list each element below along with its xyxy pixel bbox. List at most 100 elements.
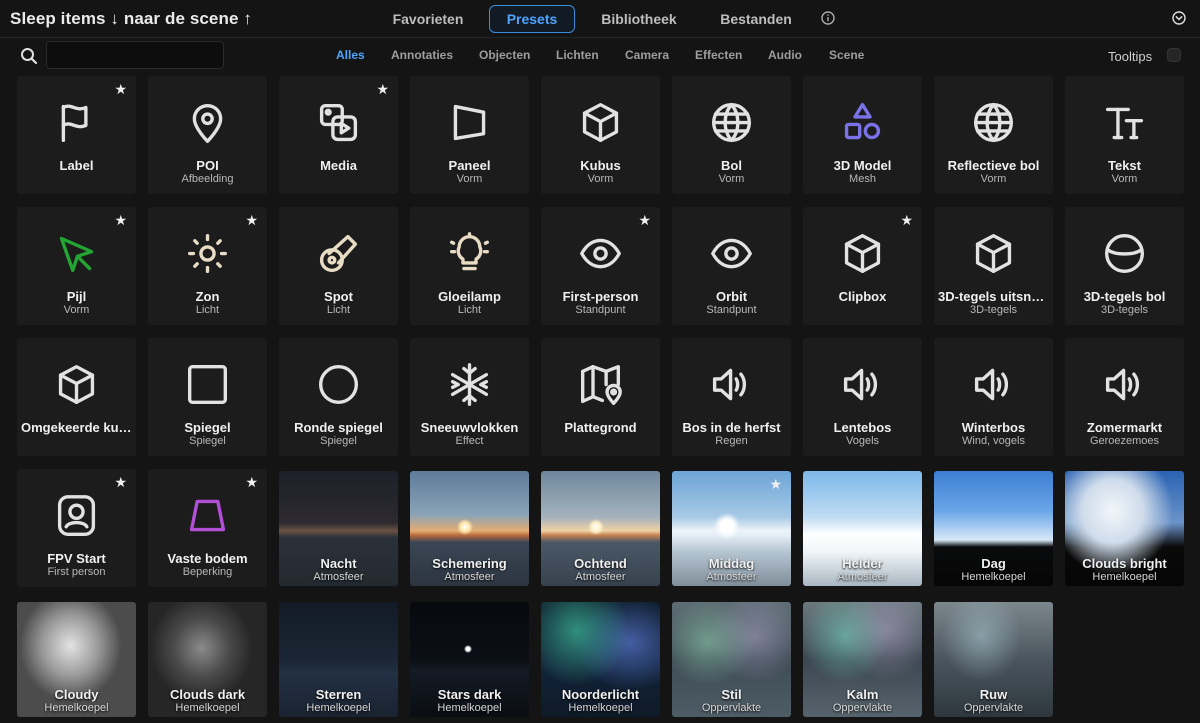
preset-grid: ★ Label POI Afbeelding ★ Media Paneel Vorm Kubus… [17, 76, 1187, 723]
preset-tile-clouds-bright[interactable]: Clouds bright Hemelkoepel [1065, 471, 1184, 586]
tab-bibliotheek[interactable]: Bibliotheek [594, 5, 684, 33]
preset-tile-stars-dark[interactable]: Stars dark Hemelkoepel [410, 602, 529, 717]
favorite-star-icon[interactable]: ★ [769, 477, 782, 491]
preset-label: Helder [842, 556, 883, 571]
preset-tile-pijl[interactable]: ★ Pijl Vorm [17, 207, 136, 325]
preset-tile-fpv-start[interactable]: ★ FPV Start First person [17, 469, 136, 587]
favorite-star-icon[interactable]: ★ [114, 475, 127, 489]
filter-annotaties[interactable]: Annotaties [391, 48, 453, 62]
flag-icon [54, 100, 99, 145]
preset-tile-schemering[interactable]: Schemering Atmosfeer [410, 471, 529, 586]
filter-effecten[interactable]: Effecten [695, 48, 742, 62]
preset-label: Spiegel [184, 420, 231, 435]
preset-label: Bos in de herfst [682, 420, 781, 435]
preset-tile-lentebos[interactable]: Lentebos Vogels [803, 338, 922, 456]
preset-tile-3d-tegels-uitsnede[interactable]: 3D-tegels uitsnede 3D-tegels [934, 207, 1053, 325]
preset-sublabel: Licht [195, 304, 220, 316]
preset-tile-sneeuwvlokken[interactable]: Sneeuwvlokken Effect [410, 338, 529, 456]
preset-label: Dag [981, 556, 1006, 571]
preset-tile-first-person[interactable]: ★ First-person Standpunt [541, 207, 660, 325]
preset-sublabel: Licht [457, 304, 482, 316]
filter-camera[interactable]: Camera [625, 48, 669, 62]
preset-tile-ochtend[interactable]: Ochtend Atmosfeer [541, 471, 660, 586]
favorite-star-icon[interactable]: ★ [900, 213, 913, 227]
preset-tile-ronde-spiegel[interactable]: Ronde spiegel Spiegel [279, 338, 398, 456]
preset-tile-gloeilamp[interactable]: Gloeilamp Licht [410, 207, 529, 325]
preset-label: Spot [324, 289, 353, 304]
preset-sublabel: Hemelkoepel [1092, 571, 1157, 583]
preset-tile-sterren[interactable]: Sterren Hemelkoepel [279, 602, 398, 717]
preset-tile-plattegrond[interactable]: Plattegrond [541, 338, 660, 456]
preset-tile-stil[interactable]: Stil Oppervlakte [672, 602, 791, 717]
preset-tile-dag[interactable]: Dag Hemelkoepel [934, 471, 1053, 586]
filter-alles[interactable]: Alles [336, 48, 365, 62]
search-icon[interactable] [20, 47, 38, 65]
preset-tile-zomermarkt[interactable]: Zomermarkt Geroezemoes [1065, 338, 1184, 456]
tab-favorieten[interactable]: Favorieten [386, 5, 470, 33]
preset-sublabel: Vorm [980, 173, 1007, 185]
preset-tile-label[interactable]: ★ Label [17, 76, 136, 194]
preset-tile-ruw[interactable]: Ruw Oppervlakte [934, 602, 1053, 717]
preset-tile-zon[interactable]: ★ Zon Licht [148, 207, 267, 325]
preset-sublabel: Atmosfeer [575, 571, 626, 583]
preset-tile-bol[interactable]: Bol Vorm [672, 76, 791, 194]
preset-tile-spiegel[interactable]: Spiegel Spiegel [148, 338, 267, 456]
sun-glow [588, 519, 604, 535]
preset-sublabel: Hemelkoepel [44, 702, 109, 714]
info-icon[interactable] [821, 11, 835, 25]
favorite-star-icon[interactable]: ★ [245, 213, 258, 227]
preset-tile-middag[interactable]: ★ Middag Atmosfeer [672, 471, 791, 586]
preset-tile-kalm[interactable]: Kalm Oppervlakte [803, 602, 922, 717]
preset-tile-nacht[interactable]: Nacht Atmosfeer [279, 471, 398, 586]
tooltips-toggle[interactable] [1167, 48, 1181, 62]
favorite-star-icon[interactable]: ★ [638, 213, 651, 227]
preset-tile-bos-in-de-herfst[interactable]: Bos in de herfst Regen [672, 338, 791, 456]
tab-bestanden[interactable]: Bestanden [712, 5, 800, 33]
preset-sublabel: Vorm [718, 173, 745, 185]
user-square-icon [54, 493, 99, 538]
preset-tile-poi[interactable]: POI Afbeelding [148, 76, 267, 194]
preset-tile-kubus[interactable]: Kubus Vorm [541, 76, 660, 194]
preset-sublabel: Regen [715, 435, 748, 447]
preset-label: Kubus [580, 158, 621, 173]
preset-sublabel: Mesh [849, 173, 876, 185]
preset-tile-winterbos[interactable]: Winterbos Wind, vogels [934, 338, 1053, 456]
preset-tile-3d-model[interactable]: 3D Model Mesh [803, 76, 922, 194]
trapezoid-icon [185, 493, 230, 538]
preset-tile-clipbox[interactable]: ★ Clipbox [803, 207, 922, 325]
preset-tile-orbit[interactable]: Orbit Standpunt [672, 207, 791, 325]
filter-audio[interactable]: Audio [768, 48, 802, 62]
preset-sublabel: Afbeelding [181, 173, 234, 185]
favorite-star-icon[interactable]: ★ [114, 213, 127, 227]
search-input[interactable] [46, 41, 224, 69]
tab-presets[interactable]: Presets [489, 5, 575, 33]
preset-tile-cloudy[interactable]: Cloudy Hemelkoepel [17, 602, 136, 717]
preset-tile-spot[interactable]: Spot Licht [279, 207, 398, 325]
preset-tile-helder[interactable]: Helder Atmosfeer [803, 471, 922, 586]
favorite-star-icon[interactable]: ★ [245, 475, 258, 489]
preset-sublabel: Hemelkoepel [961, 571, 1026, 583]
filter-scene[interactable]: Scene [829, 48, 864, 62]
panel-icon [447, 100, 492, 145]
preset-sublabel: Atmosfeer [313, 571, 364, 583]
preset-tile-media[interactable]: ★ Media [279, 76, 398, 194]
chevron-down-circle-icon[interactable] [1172, 11, 1186, 25]
preset-tile-tekst[interactable]: Tekst Vorm [1065, 76, 1184, 194]
preset-tile-clouds-dark[interactable]: Clouds dark Hemelkoepel [148, 602, 267, 717]
preset-tile-3d-tegels-bol[interactable]: 3D-tegels bol 3D-tegels [1065, 207, 1184, 325]
preset-tile-vaste-bodem[interactable]: ★ Vaste bodem Beperking [148, 469, 267, 587]
media-icon [316, 100, 361, 145]
sun-glow [714, 513, 740, 539]
tooltips-label: Tooltips [1108, 49, 1153, 64]
preset-tile-reflectieve-bol[interactable]: Reflectieve bol Vorm [934, 76, 1053, 194]
text-size-icon [1102, 100, 1147, 145]
preset-label: Omgekeerde kubus [21, 420, 132, 435]
filter-lichten[interactable]: Lichten [556, 48, 599, 62]
preset-tile-noorderlicht[interactable]: Noorderlicht Hemelkoepel [541, 602, 660, 717]
favorite-star-icon[interactable]: ★ [114, 82, 127, 96]
preset-tile-omgekeerde-kubus[interactable]: Omgekeerde kubus [17, 338, 136, 456]
filter-objecten[interactable]: Objecten [479, 48, 530, 62]
preset-tile-paneel[interactable]: Paneel Vorm [410, 76, 529, 194]
favorite-star-icon[interactable]: ★ [376, 82, 389, 96]
panel-title: Sleep items ↓ naar de scene ↑ [10, 9, 252, 28]
